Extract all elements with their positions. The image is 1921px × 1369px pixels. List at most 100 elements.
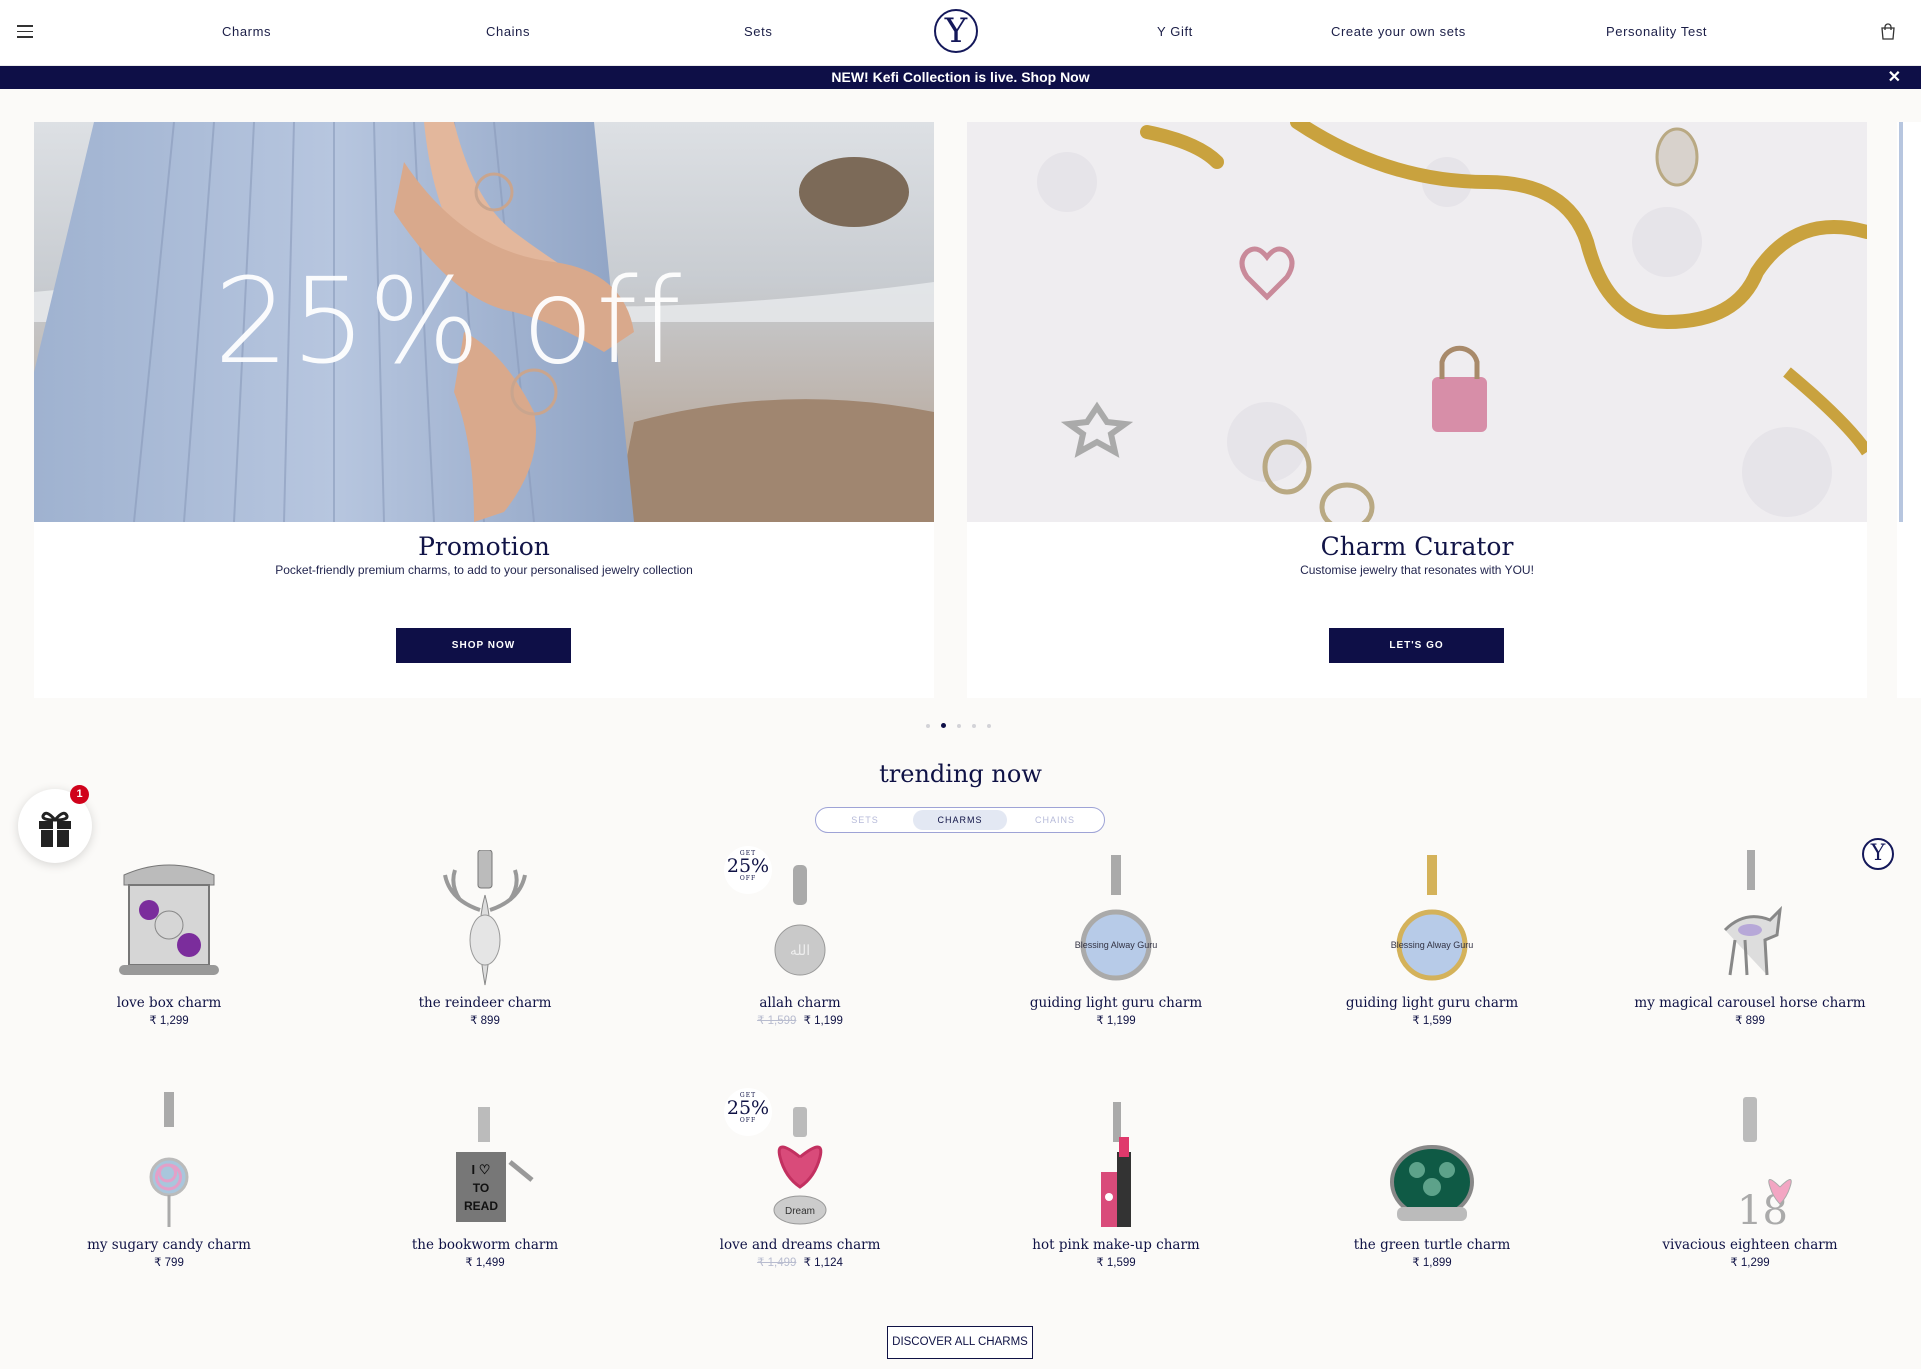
product-price-row: ₹ 1,599 ₹ 1,199 — [660, 1013, 940, 1027]
product-price: ₹ 1,199 — [803, 1015, 843, 1027]
nav-create-your-own-sets[interactable]: Create your own sets — [1331, 24, 1466, 39]
product-card[interactable]: 18 vivacious eighteen charm ₹ 1,299 — [1610, 1092, 1890, 1269]
svg-text:Blessing Alway Guru: Blessing Alway Guru — [1391, 940, 1474, 950]
product-old-price: ₹ 1,499 — [757, 1257, 797, 1269]
product-name[interactable]: the green turtle charm — [1292, 1237, 1572, 1253]
announcement-bar: NEW! Kefi Collection is live. Shop Now ✕ — [0, 66, 1921, 89]
carousel-dot[interactable] — [987, 723, 991, 728]
discount-badge: GET 25% OFF — [724, 846, 772, 894]
product-price-row: ₹ 1,499 — [345, 1255, 625, 1269]
product-card[interactable]: I ♡ TO READ the bookworm charm ₹ 1,499 — [345, 1092, 625, 1269]
product-name[interactable]: the reindeer charm — [345, 995, 625, 1011]
svg-text:TO: TO — [473, 1181, 489, 1195]
close-icon[interactable]: ✕ — [1888, 66, 1901, 89]
product-price-row: ₹ 1,199 — [976, 1013, 1256, 1027]
product-price-row: ₹ 1,899 — [1292, 1255, 1572, 1269]
carousel-dot[interactable] — [926, 723, 930, 728]
trending-title: trending now — [879, 760, 1042, 788]
product-price: ₹ 1,299 — [149, 1015, 189, 1027]
product-card[interactable]: love box charm ₹ 1,299 — [29, 850, 309, 1027]
product-image[interactable] — [1610, 850, 1890, 990]
discount-badge: GET 25% OFF — [724, 1088, 772, 1136]
product-price-row: ₹ 1,499 ₹ 1,124 — [660, 1255, 940, 1269]
product-name[interactable]: guiding light guru charm — [976, 995, 1256, 1011]
product-image[interactable] — [1292, 1092, 1572, 1232]
badge-percent-text: 25% — [726, 855, 770, 877]
product-card[interactable]: hot pink make-up charm ₹ 1,599 — [976, 1092, 1256, 1269]
brand-logo[interactable]: Y — [934, 9, 978, 53]
product-name[interactable]: love box charm — [29, 995, 309, 1011]
product-name[interactable]: guiding light guru charm — [1292, 995, 1572, 1011]
product-image[interactable]: I ♡ TO READ — [345, 1092, 625, 1232]
carousel-slide-charm-curator: Charm Curator Customise jewelry that res… — [967, 122, 1867, 698]
product-image[interactable]: Blessing Alway Guru — [1292, 850, 1572, 990]
tab-chains[interactable]: CHAINS — [1008, 810, 1102, 830]
badge-percent-text: 25% — [726, 1097, 770, 1119]
carousel-dot[interactable] — [957, 723, 961, 728]
product-card[interactable]: my sugary candy charm ₹ 799 — [29, 1092, 309, 1269]
product-name[interactable]: my sugary candy charm — [29, 1237, 309, 1253]
site-header: Charms Chains Sets Y Y Gift Create your … — [0, 0, 1921, 66]
product-price-row: ₹ 899 — [345, 1013, 625, 1027]
product-price: ₹ 1,199 — [1096, 1015, 1136, 1027]
product-image[interactable]: الله — [660, 850, 940, 990]
charm-curator-hero-image — [967, 122, 1867, 522]
product-card[interactable]: my magical carousel horse charm ₹ 899 — [1610, 850, 1890, 1027]
tab-charms[interactable]: CHARMS — [913, 810, 1007, 830]
product-price: ₹ 1,124 — [803, 1257, 843, 1269]
promotion-hero-image: 25% off — [34, 122, 934, 522]
announcement-text: NEW! Kefi Collection is live. — [831, 69, 1018, 85]
product-name[interactable]: love and dreams charm — [660, 1237, 940, 1253]
product-name[interactable]: allah charm — [660, 995, 940, 1011]
product-card[interactable]: Dream love and dreams charm ₹ 1,499 ₹ 1,… — [660, 1088, 940, 1269]
nav-charms[interactable]: Charms — [222, 24, 271, 39]
tab-sets[interactable]: SETS — [818, 810, 912, 830]
slide-title: Promotion — [418, 532, 550, 561]
product-name[interactable]: the bookworm charm — [345, 1237, 625, 1253]
product-image[interactable] — [29, 850, 309, 990]
product-image[interactable] — [29, 1092, 309, 1232]
product-image[interactable]: Dream — [660, 1092, 940, 1232]
product-name[interactable]: hot pink make-up charm — [976, 1237, 1256, 1253]
product-card[interactable]: Blessing Alway Guru guiding light guru c… — [1292, 850, 1572, 1027]
product-price-row: ₹ 899 — [1610, 1013, 1890, 1027]
product-price: ₹ 899 — [1735, 1015, 1765, 1027]
product-name[interactable]: my magical carousel horse charm — [1610, 995, 1890, 1011]
discover-all-charms-button[interactable]: DISCOVER ALL CHARMS — [887, 1326, 1033, 1359]
product-image[interactable] — [976, 1092, 1256, 1232]
product-card[interactable]: the reindeer charm ₹ 899 — [345, 849, 625, 1027]
shopping-bag-icon[interactable] — [1880, 23, 1896, 40]
carousel-dots — [926, 717, 1002, 729]
product-price: ₹ 1,899 — [1412, 1257, 1452, 1269]
carousel-dot[interactable] — [972, 723, 976, 728]
product-card[interactable]: the green turtle charm ₹ 1,899 — [1292, 1092, 1572, 1269]
product-price: ₹ 1,299 — [1730, 1257, 1770, 1269]
product-name[interactable]: vivacious eighteen charm — [1610, 1237, 1890, 1253]
shop-now-button[interactable]: SHOP NOW — [396, 628, 571, 663]
product-price: ₹ 799 — [154, 1257, 184, 1269]
nav-sets[interactable]: Sets — [744, 24, 772, 39]
nav-y-gift[interactable]: Y Gift — [1157, 24, 1193, 39]
carousel-dot[interactable] — [941, 723, 946, 729]
product-card[interactable]: Blessing Alway Guru guiding light guru c… — [976, 850, 1256, 1027]
nav-personality-test[interactable]: Personality Test — [1606, 24, 1707, 39]
product-image[interactable] — [345, 849, 625, 990]
brand-logo-floating[interactable]: Y — [1862, 838, 1894, 870]
svg-text:READ: READ — [464, 1199, 498, 1213]
gift-count-badge: 1 — [70, 785, 89, 804]
lets-go-button[interactable]: LET'S GO — [1329, 628, 1504, 663]
nav-chains[interactable]: Chains — [486, 24, 530, 39]
product-image[interactable]: 18 — [1610, 1092, 1890, 1234]
product-price: ₹ 1,599 — [1096, 1257, 1136, 1269]
product-card[interactable]: الله allah charm ₹ 1,599 ₹ 1,199 GET 25% O… — [660, 846, 940, 1027]
svg-text:Dream: Dream — [785, 1206, 815, 1217]
hamburger-menu-icon[interactable] — [17, 25, 33, 38]
product-price: ₹ 1,499 — [465, 1257, 505, 1269]
slide-description: Customise jewelry that resonates with YO… — [1300, 563, 1534, 577]
product-price-row: ₹ 1,299 — [29, 1013, 309, 1027]
product-image[interactable]: Blessing Alway Guru — [976, 850, 1256, 990]
product-old-price: ₹ 1,599 — [757, 1015, 797, 1027]
carousel-next-slide-peek[interactable] — [1897, 122, 1921, 698]
svg-text:I ♡: I ♡ — [472, 1162, 491, 1177]
announcement-shop-now-link[interactable]: Shop Now — [1021, 69, 1089, 85]
